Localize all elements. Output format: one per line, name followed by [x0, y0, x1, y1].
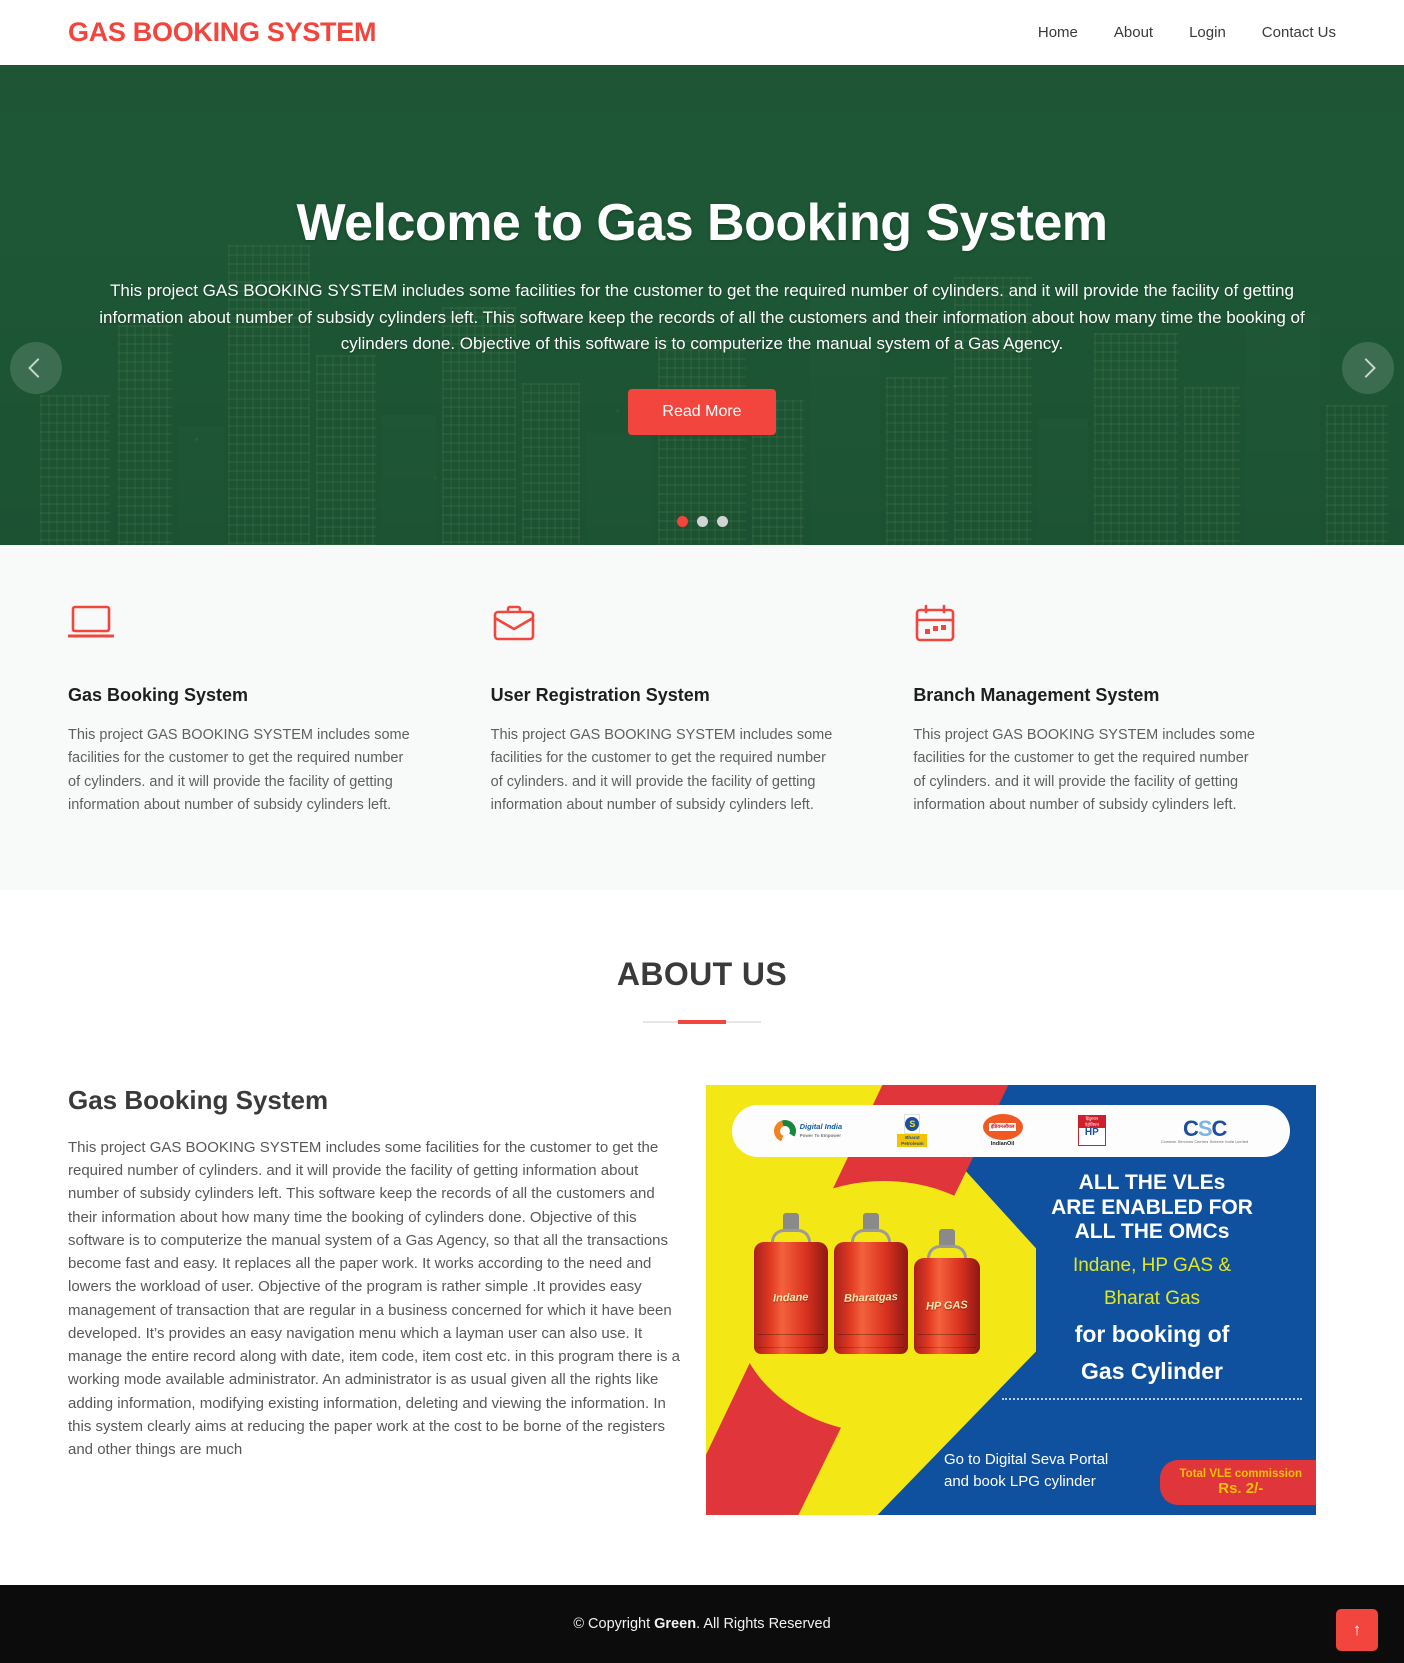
feature-title: Branch Management System — [913, 685, 1160, 705]
nav-item-login[interactable]: Login — [1189, 24, 1226, 41]
poster-footer-line2: and book LPG cylinder — [944, 1473, 1096, 1491]
carousel-dot-2[interactable] — [696, 516, 708, 527]
cylinder-indane: Indane — [754, 1212, 828, 1354]
feature-title: Gas Booking System — [68, 685, 249, 705]
features-section: Gas Booking System This project GAS BOOK… — [0, 545, 1404, 890]
site-header: GAS BOOKING SYSTEM Home About Login Cont… — [0, 0, 1404, 65]
bharat-petroleum-label: Bharat Petroleum — [897, 1134, 928, 1148]
copyright-suffix: . All Rights Reserved — [696, 1615, 831, 1632]
hero-content: Welcome to Gas Booking System This proje… — [0, 65, 1404, 436]
feature-card-user-registration: User Registration System This project GA… — [491, 603, 914, 818]
site-logo[interactable]: GAS BOOKING SYSTEM — [68, 17, 376, 48]
nav-item-about[interactable]: About — [1114, 24, 1153, 41]
carousel-indicators — [0, 516, 1404, 527]
poster-commission-badge: Total VLE commission Rs. 2/- — [1159, 1459, 1316, 1505]
main-navigation: Home About Login Contact Us — [1038, 24, 1336, 41]
heading-divider — [643, 1020, 761, 1023]
cylinder-bharatgas: Bharatgas — [834, 1212, 908, 1354]
about-section: ABOUT US Gas Booking System This project… — [0, 889, 1404, 1585]
csc-logo: CSC Common Services Centres Scheme India… — [1161, 1115, 1249, 1144]
feature-card-branch-management: Branch Management System This project GA… — [913, 603, 1336, 818]
cylinder-hp-gas: HP GAS — [914, 1228, 980, 1354]
hp-gas-logo: हिंदुस्तान पेट्रोलियम HP — [1077, 1115, 1106, 1147]
about-image-column: Digital India Power To Empower Bharat Pe… — [706, 1084, 1316, 1515]
about-text-column: Gas Booking System This project GAS BOOK… — [68, 1085, 680, 1462]
feature-text: This project GAS BOOKING SYSTEM includes… — [68, 727, 410, 814]
poster-headline-line1: ALL THE VLEs — [1078, 1170, 1226, 1194]
laptop-icon — [67, 603, 419, 649]
hero-carousel: Welcome to Gas Booking System This proje… — [0, 65, 1404, 545]
feature-text: This project GAS BOOKING SYSTEM includes… — [913, 727, 1255, 814]
digital-india-logo: Digital India Power To Empower — [773, 1119, 843, 1142]
poster-dotted-divider — [1002, 1398, 1302, 1401]
chevron-right-icon — [1356, 358, 1376, 378]
nav-item-contact-us[interactable]: Contact Us — [1262, 24, 1336, 41]
copyright-text: © Copyright Green. All Rights Reserved — [573, 1616, 830, 1632]
feature-title: User Registration System — [490, 685, 710, 705]
poster-booking-line1: for booking of — [1074, 1320, 1230, 1347]
carousel-prev-button[interactable] — [10, 342, 62, 394]
feature-card-gas-booking: Gas Booking System This project GAS BOOK… — [67, 603, 491, 818]
briefcase-icon — [491, 603, 842, 649]
bharat-petroleum-logo: Bharat Petroleum — [897, 1114, 928, 1148]
badge-line2: Rs. 2/- — [1218, 1479, 1264, 1497]
digital-india-tagline: Power To Empower — [799, 1132, 842, 1138]
poster-booking-line2: Gas Cylinder — [1081, 1358, 1223, 1385]
nav-item-home[interactable]: Home — [1038, 24, 1078, 41]
gas-cylinder-illustration: Indane Bharatgas HP GAS — [754, 1212, 980, 1354]
about-heading: ABOUT US — [616, 955, 788, 992]
hero-description: This project GAS BOOKING SYSTEM includes… — [99, 281, 1305, 353]
hp-label: HP — [1084, 1127, 1099, 1139]
poster-brands-line1: Indane, HP GAS & — [1072, 1255, 1232, 1277]
poster-logo-bar: Digital India Power To Empower Bharat Pe… — [732, 1104, 1290, 1157]
calendar-icon — [913, 603, 1264, 649]
carousel-next-button[interactable] — [1342, 342, 1394, 394]
csc-tagline: Common Services Centres Scheme India Lim… — [1161, 1139, 1249, 1144]
about-paragraph: This project GAS BOOKING SYSTEM includes… — [68, 1138, 680, 1459]
indianoil-mark-icon: इंडियनऑयल — [982, 1114, 1023, 1141]
site-footer: © Copyright Green. All Rights Reserved — [0, 1584, 1404, 1663]
scroll-to-top-button[interactable]: ↑ — [1336, 1608, 1378, 1651]
csc-label: CSC — [1182, 1115, 1227, 1141]
read-more-button[interactable]: Read More — [628, 389, 776, 436]
poster-headline-line2: ARE ENABLED FOR — [1051, 1195, 1253, 1219]
cylinder-brand-label: Bharatgas — [843, 1291, 899, 1305]
poster-footer-line1: Go to Digital Seva Portal — [944, 1451, 1109, 1469]
lpg-promo-poster: Digital India Power To Empower Bharat Pe… — [706, 1084, 1316, 1515]
indianoil-logo: इंडियनऑयल IndianOil — [982, 1114, 1023, 1148]
cylinder-brand-label: HP GAS — [925, 1299, 969, 1313]
poster-headline-line3: ALL THE OMCs — [1074, 1220, 1230, 1244]
digital-india-mark-icon — [773, 1119, 796, 1142]
indianoil-label: IndianOil — [990, 1141, 1015, 1148]
about-title: Gas Booking System — [68, 1084, 329, 1115]
poster-brands-line2: Bharat Gas — [1103, 1288, 1201, 1310]
feature-text: This project GAS BOOKING SYSTEM includes… — [490, 727, 833, 814]
cylinder-brand-label: Indane — [773, 1291, 809, 1305]
about-body: Gas Booking System This project GAS BOOK… — [68, 1084, 1336, 1515]
carousel-dot-3[interactable] — [716, 516, 728, 527]
badge-line1: Total VLE commission — [1179, 1467, 1302, 1480]
poster-footer-text: Go to Digital Seva Portal and book LPG c… — [944, 1449, 1108, 1493]
poster-main-text: ALL THE VLEs ARE ENABLED FOR ALL THE OMC… — [1002, 1170, 1302, 1401]
carousel-dot-1[interactable] — [676, 516, 688, 527]
copyright-brand: Green — [654, 1615, 697, 1632]
copyright-prefix: © Copyright — [573, 1615, 655, 1632]
arrow-up-icon: ↑ — [1352, 1619, 1362, 1639]
digital-india-label: Digital India — [799, 1121, 843, 1131]
chevron-left-icon — [28, 358, 48, 378]
bharat-petroleum-mark-icon — [905, 1117, 920, 1132]
hero-title: Welcome to Gas Booking System — [296, 194, 1108, 252]
